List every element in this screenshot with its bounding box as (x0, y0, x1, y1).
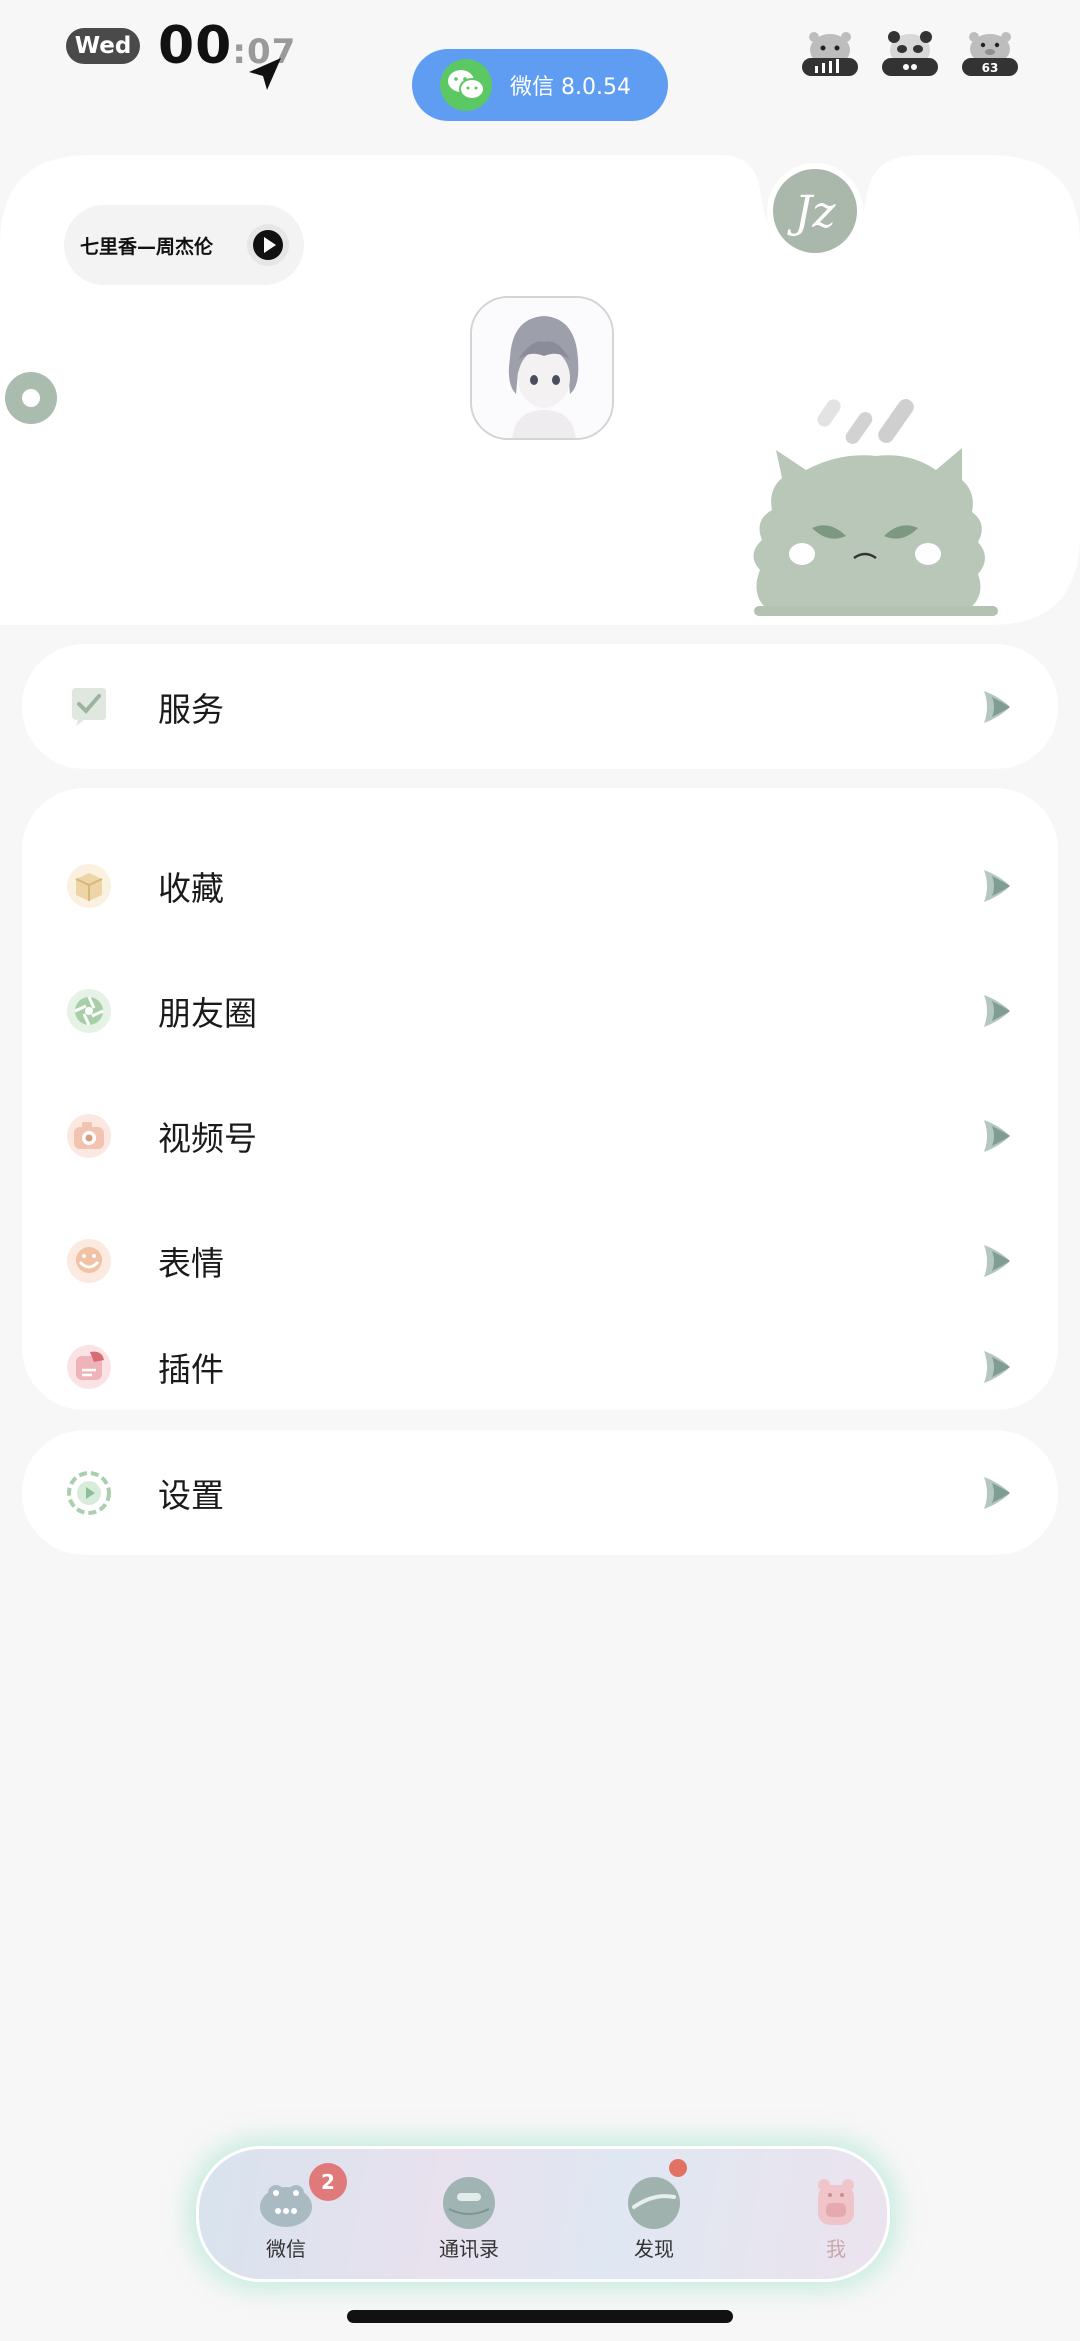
music-title: 七里香—周杰伦 (80, 235, 214, 258)
tab-label-chats: 微信 (266, 2237, 306, 2261)
tab-label-contacts: 通讯录 (439, 2237, 499, 2261)
services-card: 服务 (22, 644, 1058, 769)
wechat-logo-icon (440, 59, 492, 111)
discover-planet-icon (628, 2177, 680, 2229)
wifi-panda-icon (882, 31, 938, 76)
contacts-ball-icon (443, 2177, 495, 2229)
stickers-face-icon (67, 1238, 111, 1283)
day-indicator: Wed (66, 28, 140, 64)
chats-frog-icon (260, 2185, 312, 2227)
tab-me[interactable]: 我 (781, 2171, 891, 2271)
menu-label-settings: 设置 (158, 1475, 224, 1515)
new-activity-dot (669, 2159, 687, 2177)
music-player[interactable]: 七里香—周杰伦 (64, 205, 304, 285)
battery-pig-icon: 63 (962, 32, 1018, 76)
profile-header: 七里香—周杰伦 Jz (0, 155, 1080, 625)
tab-contacts[interactable]: 通讯录 (414, 2171, 524, 2271)
menu-item-settings[interactable]: 设置 (22, 1430, 1058, 1555)
location-arrow-icon (249, 58, 281, 90)
services-icon (72, 687, 106, 726)
menu-label-plugins: 插件 (158, 1349, 224, 1389)
unread-badge: 2 (309, 2163, 347, 2201)
menu-label-services: 服务 (158, 689, 224, 729)
clock-hour: 00 (158, 16, 233, 76)
svg-text:Jz: Jz (787, 187, 837, 238)
chevron-right-icon (984, 869, 1010, 902)
chevron-right-icon (984, 1476, 1010, 1509)
main-menu-card: 收藏 朋友圈 视频号 表情 插件 (22, 788, 1058, 1410)
moments-aperture-icon (67, 988, 111, 1033)
menu-item-plugins[interactable]: 插件 (22, 1323, 1058, 1410)
chevron-right-icon (984, 1244, 1010, 1277)
chevron-right-icon (984, 994, 1010, 1027)
chevron-right-icon (984, 1350, 1010, 1383)
avatar[interactable] (470, 296, 614, 440)
wechat-notification-pill[interactable]: 微信 8.0.54 (412, 49, 668, 121)
tab-label-discover: 发现 (634, 2237, 674, 2261)
grumpy-monster-illustration (753, 399, 998, 616)
chevron-right-icon (984, 1119, 1010, 1152)
menu-item-favorites[interactable]: 收藏 (22, 823, 1058, 948)
settings-card: 设置 (22, 1430, 1058, 1555)
signal-bear-icon (802, 32, 858, 76)
favorites-box-icon (67, 863, 111, 908)
menu-label-channels: 视频号 (158, 1118, 257, 1158)
menu-item-services[interactable]: 服务 (22, 644, 1058, 769)
menu-item-moments[interactable]: 朋友圈 (22, 948, 1058, 1073)
channels-camera-icon (67, 1113, 111, 1158)
battery-level: 63 (982, 61, 999, 75)
me-backpack-icon (818, 2179, 854, 2225)
jz-logo-badge: Jz (767, 163, 863, 259)
play-icon[interactable] (246, 223, 290, 267)
side-ring-icon (0, 360, 66, 436)
menu-item-stickers[interactable]: 表情 (22, 1198, 1058, 1323)
tab-discover[interactable]: 发现 (599, 2159, 709, 2271)
plugins-cube-icon (67, 1344, 111, 1389)
home-indicator[interactable] (347, 2310, 733, 2323)
menu-item-channels[interactable]: 视频号 (22, 1073, 1058, 1198)
menu-label-stickers: 表情 (158, 1243, 224, 1283)
bottom-tab-bar: 2 微信 通讯录 发现 我 (196, 2146, 890, 2282)
wechat-version-label: 微信 8.0.54 (510, 75, 631, 100)
status-icons: 63 (800, 30, 1020, 78)
chevron-right-icon (984, 690, 1010, 723)
menu-label-moments: 朋友圈 (158, 993, 257, 1033)
tab-label-me: 我 (826, 2237, 846, 2261)
settings-gear-icon (67, 1470, 111, 1515)
tab-chats[interactable]: 2 微信 (231, 2163, 347, 2271)
status-bar: Wed 00:07 微信 8.0.54 63 (0, 0, 1080, 130)
menu-label-favorites: 收藏 (158, 868, 224, 908)
